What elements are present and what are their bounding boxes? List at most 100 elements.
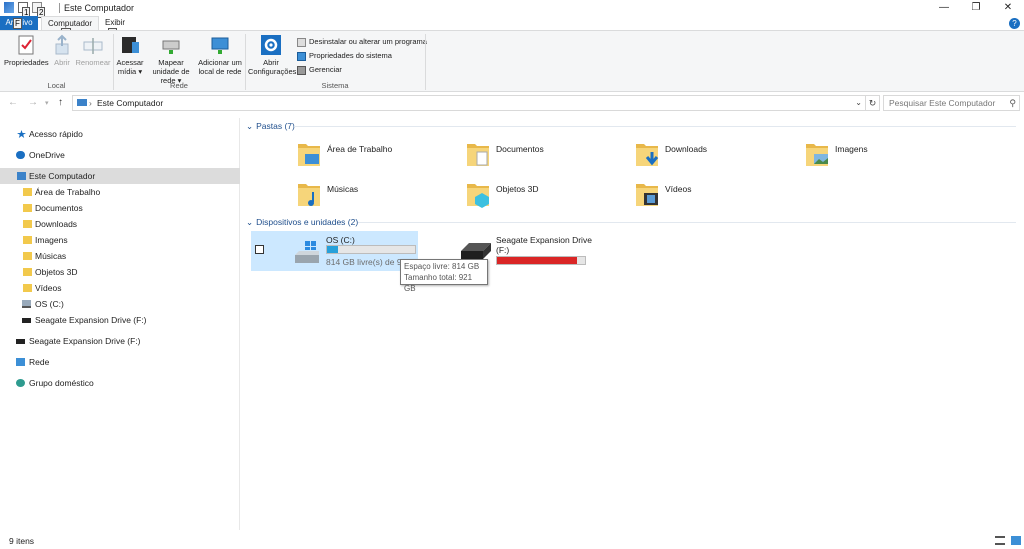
folder-tile[interactable]: Documentos [466,140,636,174]
forward-arrow-icon[interactable]: → [28,97,38,108]
nav-onedrive[interactable]: OneDrive [0,147,240,163]
section-divider [358,222,1016,223]
breadcrumb-chevron-icon[interactable]: › [89,96,92,110]
recent-locations-icon[interactable]: ▾ [45,99,49,107]
nav-label: OneDrive [29,150,65,160]
section-title: Dispositivos e unidades (2) [256,217,359,227]
folder-label: Vídeos [665,184,692,194]
manage-icon [297,65,306,75]
nav-images[interactable]: Imagens [0,232,240,248]
item-count: 9 itens [9,536,35,546]
nav-videos[interactable]: Vídeos [0,280,240,296]
nav-os-c[interactable]: OS (C:) [0,296,240,312]
section-title: Pastas (7) [256,121,295,131]
add-network-label: Adicionar um local de rede [198,58,242,76]
breadcrumb[interactable]: Este Computador [97,98,163,108]
nav-objects3d[interactable]: Objetos 3D [0,264,240,280]
nav-desktop[interactable]: Área de Trabalho [0,184,240,200]
details-view-icon[interactable] [995,536,1005,545]
map-drive-button[interactable]: Mapear unidade de rede ▾ [144,34,198,85]
nav-documents[interactable]: Documentos [0,200,240,216]
system-properties-label: Propriedades do sistema [309,51,392,60]
folder-label: Área de Trabalho [327,144,393,154]
nav-label: Objetos 3D [35,267,78,277]
navigation-pane: Acesso rápido OneDrive Este Computador Á… [0,118,240,530]
nav-seagate-sub[interactable]: Seagate Expansion Drive (F:) [0,312,240,328]
uninstall-button[interactable]: Desinstalar ou alterar um programa [297,36,427,48]
search-icon: ⚲ [1009,98,1016,108]
minimize-button[interactable]: — [937,1,951,15]
group-network-label: Rede [170,81,188,90]
nav-homegroup[interactable]: Grupo doméstico [0,375,240,391]
open-settings-button[interactable]: Abrir Configurações [248,34,296,76]
drive-usage-fill [327,246,338,253]
properties-button[interactable]: Propriedades [4,34,49,67]
videos-folder-icon [636,184,658,206]
access-media-button[interactable]: Acessar mídia ▾ [116,34,144,76]
nav-quick-access[interactable]: Acesso rápido [0,126,240,142]
drive-os-c[interactable]: OS (C:) 814 GB livre(s) de 921 GB [251,231,418,271]
section-divider [294,126,1016,127]
ribbon-tabs: Arquivo Computador Exibir ? [0,16,1024,30]
folder-label: Músicas [327,184,359,194]
rename-icon [83,34,103,56]
folder-tile[interactable]: Imagens [805,140,975,174]
documents-folder-icon [467,144,489,166]
rename-label: Renomear [75,58,111,67]
3d-objects-folder-icon [23,268,32,276]
address-dropdown-icon[interactable]: ⌄ [855,96,862,110]
rename-button[interactable]: Renomear [75,34,111,67]
nav-music[interactable]: Músicas [0,248,240,264]
nav-label: Seagate Expansion Drive (F:) [35,315,147,325]
help-icon[interactable]: ? [1009,18,1020,29]
open-button[interactable]: Abrir [50,34,74,67]
folder-icon [23,204,32,212]
folder-app-icon[interactable] [4,2,14,13]
select-checkbox[interactable] [255,245,264,254]
back-arrow-icon[interactable]: ← [8,97,18,108]
address-bar[interactable]: › Este Computador ⌄ [72,95,866,111]
collapse-chevron-icon[interactable]: ⌄ [246,217,253,227]
folder-tile[interactable]: Objetos 3D [466,180,636,214]
system-properties-button[interactable]: Propriedades do sistema [297,50,392,62]
network-location-icon [210,34,230,56]
nav-label: Acesso rápido [29,129,83,139]
nav-label: Grupo doméstico [29,378,94,388]
up-arrow-icon[interactable]: ↑ [58,97,63,108]
drives-section-header[interactable]: ⌄ Dispositivos e unidades (2) [246,217,1016,228]
open-label: Abrir [54,58,70,67]
folders-section-header[interactable]: ⌄ Pastas (7) [246,121,1016,132]
group-separator [425,34,426,90]
close-button[interactable]: ✕ [1001,1,1015,15]
maximize-button[interactable]: ❐ [969,1,983,15]
drive-name: Seagate Expansion Drive [496,235,592,245]
collapse-chevron-icon[interactable]: ⌄ [246,121,253,131]
star-icon [17,130,26,138]
folder-tile[interactable]: Área de Trabalho [297,140,467,174]
drive-usage-bar [496,256,586,265]
drive-letter: (F:) [496,245,510,255]
drive-usage-fill [497,257,578,264]
downloads-folder-icon [636,144,659,166]
nav-seagate[interactable]: Seagate Expansion Drive (F:) [0,333,240,349]
network-icon [16,358,25,366]
add-network-location-button[interactable]: Adicionar um local de rede [197,34,243,76]
external-drive-icon [22,318,31,323]
title-bar: Este Computador — ❐ ✕ [0,0,1024,16]
nav-network[interactable]: Rede [0,354,240,370]
pictures-folder-icon [23,236,32,244]
properties-icon [16,34,36,56]
manage-button[interactable]: Gerenciar [297,64,342,76]
folder-tile[interactable]: Músicas [297,180,467,214]
nav-label: Rede [29,357,50,367]
nav-this-pc[interactable]: Este Computador [0,168,240,184]
manage-label: Gerenciar [309,65,342,74]
nav-downloads[interactable]: Downloads [0,216,240,232]
folder-tile[interactable]: Vídeos [635,180,805,214]
search-input[interactable]: Pesquisar Este Computador ⚲ [883,95,1020,111]
title-separator [59,3,60,13]
large-icons-view-icon[interactable] [1011,536,1021,545]
refresh-icon[interactable]: ↻ [866,95,880,111]
pictures-folder-icon [806,144,828,166]
folder-tile[interactable]: Downloads [635,140,805,174]
